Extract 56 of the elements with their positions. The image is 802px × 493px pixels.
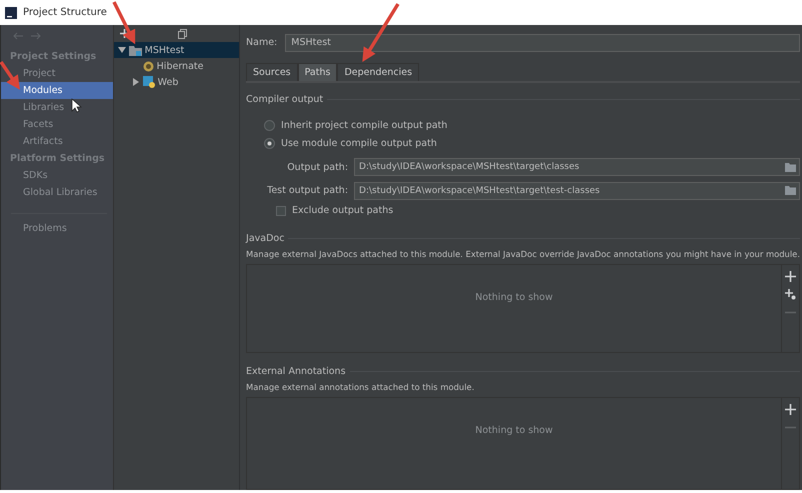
sidebar-item[interactable]: Facets [1,116,113,133]
name-label: Name: [246,37,278,48]
add-icon[interactable] [120,29,129,38]
path-field[interactable]: D:\study\IDEA\workspace\MSHtest\target\test-classes [354,182,800,200]
collapse-arrow-icon[interactable] [118,46,126,54]
folder-icon[interactable] [785,186,796,196]
module-folder-icon [128,44,142,56]
sidebar-item[interactable]: Artifacts [1,133,113,150]
hibernate-icon [142,60,154,72]
expand-arrow-icon[interactable] [132,78,140,86]
folder-icon[interactable] [785,162,796,172]
sidebar-item[interactable]: Project [1,65,113,82]
path-field[interactable]: D:\study\IDEA\workspace\MSHtest\target\classes [354,158,800,176]
annotation-arrow [362,3,400,62]
empty-list-text: Nothing to show [475,292,553,306]
tab[interactable]: Dependencies [337,63,420,81]
add-with-gear-icon[interactable] [785,289,796,300]
web-icon [142,76,155,88]
sidebar-heading: Project Settings [9,50,98,64]
annotation-arrow [112,1,136,44]
path-label: Output path: [286,162,348,173]
radio-label: Use module compile output path [281,138,437,149]
tree-node[interactable]: Web [114,74,240,90]
mouse-cursor-icon [72,98,82,112]
sidebar-item[interactable]: Modules [1,82,113,99]
path-label: Test output path: [266,185,348,196]
copy-icon[interactable] [178,28,187,38]
radio-label: Inherit project compile output path [281,120,448,132]
tree-node-label: Web [158,76,178,88]
tree-node[interactable]: Hibernate [114,58,240,74]
sidebar-item[interactable]: Global Libraries [1,184,113,201]
add-icon[interactable] [785,271,796,282]
name-field[interactable]: MSHtest [285,34,800,52]
sidebar-heading: Platform Settings [9,152,106,166]
sidebar-item[interactable]: Libraries [1,99,113,116]
tree-node-label: Hibernate [156,60,204,72]
empty-list-text: Nothing to show [475,425,553,438]
annotation-arrow [0,61,20,90]
section-title: JavaDoc [246,233,284,244]
add-icon[interactable] [785,404,796,416]
radio-button[interactable] [264,120,276,132]
tree-node[interactable]: MSHtest [114,42,240,58]
section-title: Compiler output [246,94,324,106]
app-logo-icon [5,6,17,18]
checkbox[interactable] [276,206,286,216]
sidebar-item[interactable]: Problems [1,220,113,237]
section-description: Manage external annotations attached to this module. [246,382,476,394]
tab[interactable]: Paths [298,63,338,81]
checkbox-label: Exclude output paths [292,205,394,216]
sidebar-item[interactable]: SDKs [1,167,113,184]
tree-node-label: MSHtest [144,44,184,56]
section-description: Manage external JavaDocs attached to this module. External JavaDoc override JavaDoc annotations you might have in your module. [246,249,800,262]
radio-button[interactable] [264,138,276,149]
tab[interactable]: Sources [246,63,298,81]
section-title: External Annotations [246,366,346,377]
window-title: Project Structure [23,7,107,18]
